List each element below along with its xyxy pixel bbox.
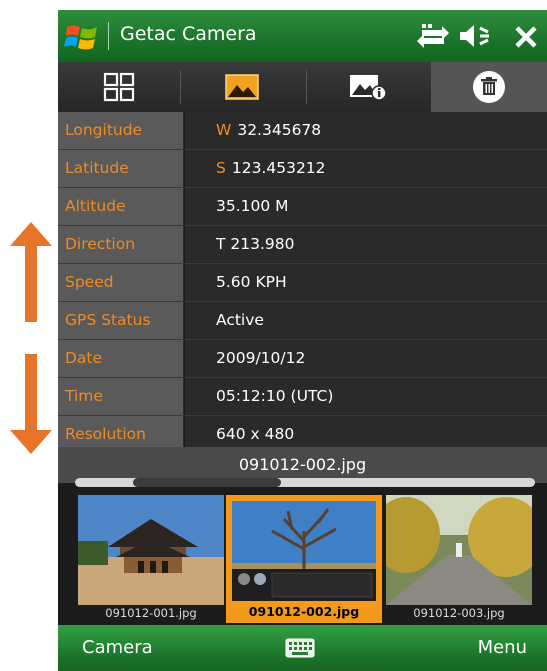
thumbnail-item[interactable]: 091012-001.jpg (78, 495, 224, 623)
info-value: S 123.453212 (185, 150, 547, 187)
thumbnail-image-temple (78, 495, 224, 605)
info-value: 2009/10/12 (185, 340, 547, 377)
thumbnail-image-avenue (386, 495, 532, 605)
delete-button[interactable] (431, 62, 547, 112)
info-row-date: Date 2009/10/12 (58, 340, 547, 378)
scroll-up-arrow-icon (10, 222, 52, 322)
info-value: 05:12:10 (UTC) (185, 378, 547, 415)
info-label: Date (58, 340, 184, 377)
info-label: Latitude (58, 150, 184, 187)
thumbnail-caption: 091012-001.jpg (105, 606, 197, 620)
info-row-altitude: Altitude 35.100 M (58, 188, 547, 226)
device-screen: Getac Camera Longitude W 32.345678 Latit… (58, 10, 547, 671)
view-toolbar (58, 62, 547, 112)
scrollbar-thumb[interactable] (133, 478, 281, 487)
info-label: Time (58, 378, 184, 415)
info-value: W 32.345678 (185, 112, 547, 149)
thumbnail-caption: 091012-003.jpg (413, 606, 505, 620)
info-value: 35.100 M (185, 188, 547, 225)
info-value-text: 32.345678 (237, 121, 322, 139)
photo-info-table: Longitude W 32.345678 Latitude S 123.45321… (58, 112, 547, 454)
app-title: Getac Camera (120, 23, 257, 45)
thumbnail-image-tree (232, 501, 376, 601)
info-row-direction: Direction T 213.980 (58, 226, 547, 264)
image-info-icon (350, 75, 387, 101)
keyboard-icon[interactable] (285, 638, 315, 658)
title-separator (108, 22, 109, 50)
hemisphere-prefix: W (216, 121, 232, 139)
windows-start-icon[interactable] (64, 23, 100, 51)
info-row-longitude: Longitude W 32.345678 (58, 112, 547, 150)
info-row-speed: Speed 5.60 KPH (58, 264, 547, 302)
info-label: Altitude (58, 188, 184, 225)
close-icon[interactable] (513, 20, 539, 52)
thumbnail-strip: 091012-001.jpg 091012-002.jpg 091012-003… (58, 495, 547, 625)
menu-softkey[interactable]: Menu (478, 637, 527, 658)
thumbnail-caption: 091012-002.jpg (248, 604, 360, 619)
scroll-down-arrow-icon (10, 354, 52, 454)
camera-softkey[interactable]: Camera (82, 637, 153, 658)
delete-icon (473, 71, 505, 103)
thumbnail-item[interactable]: 091012-003.jpg (386, 495, 532, 623)
info-row-gps-status: GPS Status Active (58, 302, 547, 340)
info-value: Active (185, 302, 547, 339)
info-row-time: Time 05:12:10 (UTC) (58, 378, 547, 416)
info-value: T 213.980 (185, 226, 547, 263)
info-value-text: 123.453212 (231, 159, 326, 177)
info-label: Speed (58, 264, 184, 301)
image-icon (225, 74, 259, 100)
info-row-latitude: Latitude S 123.453212 (58, 150, 547, 188)
info-label: Direction (58, 226, 184, 263)
hemisphere-prefix: S (216, 159, 226, 177)
info-label: GPS Status (58, 302, 184, 339)
title-bar: Getac Camera (58, 10, 547, 62)
connectivity-icon[interactable] (416, 20, 450, 52)
image-view-button[interactable] (181, 62, 303, 112)
info-label: Longitude (58, 112, 184, 149)
grid-view-icon (103, 72, 135, 102)
info-value: 5.60 KPH (185, 264, 547, 301)
thumbnail-scrollbar[interactable] (75, 478, 535, 487)
grid-view-button[interactable] (58, 62, 180, 112)
thumbnail-item-selected[interactable]: 091012-002.jpg (226, 495, 382, 623)
volume-icon[interactable] (458, 20, 492, 52)
image-info-button[interactable] (307, 62, 429, 112)
softkey-bar: Camera Menu (58, 625, 547, 671)
